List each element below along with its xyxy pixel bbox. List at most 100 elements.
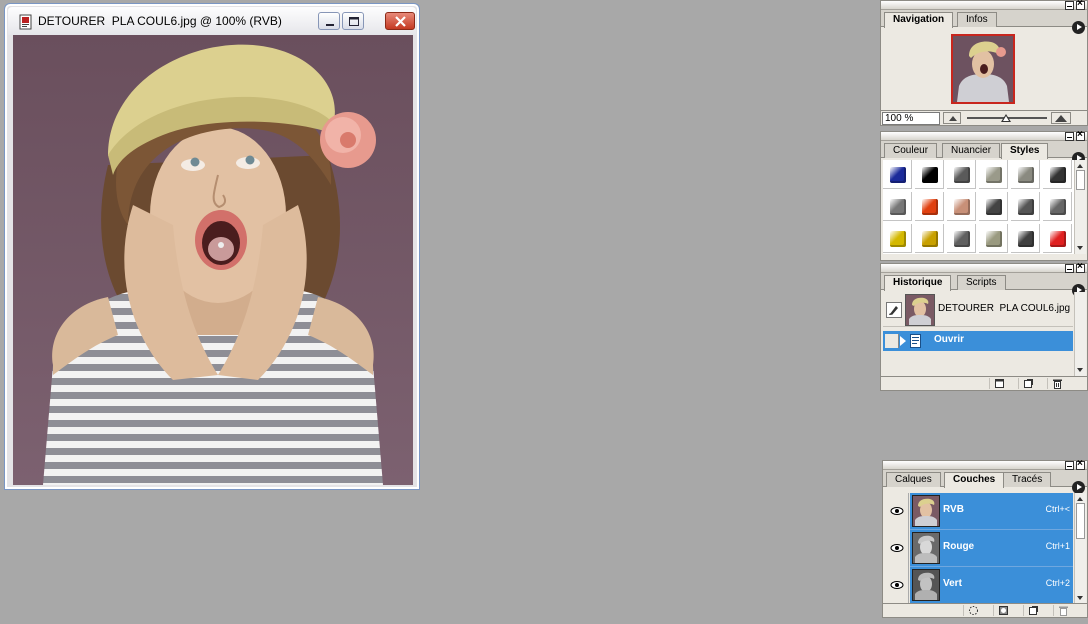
document-window[interactable]: DETOURER PLA COUL6.jpg @ 100% (RVB) [4, 3, 420, 490]
close-button[interactable] [385, 12, 415, 30]
channel-visibility-toggle[interactable] [885, 530, 909, 567]
zoom-slider-thumb[interactable] [1001, 114, 1011, 122]
style-swatch[interactable] [883, 160, 912, 189]
tab-navigation[interactable]: Navigation [884, 12, 954, 28]
palette-minimize-button[interactable] [1065, 1, 1074, 10]
style-swatch[interactable] [947, 224, 976, 253]
trash-icon [1059, 606, 1068, 616]
history-state-open[interactable]: Ouvrir [883, 331, 1073, 351]
channel-row-rvb[interactable]: RVB Ctrl+< [885, 493, 1073, 530]
tab-nuancier[interactable]: Nuancier [942, 143, 1001, 158]
palette-titlebar[interactable] [883, 458, 1087, 470]
delete-channel-button[interactable] [1053, 605, 1071, 616]
palette-close-button[interactable] [1076, 261, 1085, 273]
styles-scrollbar[interactable] [1074, 160, 1086, 254]
maximize-icon [349, 17, 359, 26]
channel-name: Vert [943, 578, 962, 589]
palette-close-button[interactable] [1076, 129, 1085, 141]
trash-icon [1053, 379, 1062, 389]
tab-calques[interactable]: Calques [886, 472, 941, 487]
palette-close-button[interactable] [1076, 458, 1085, 470]
snapshot-thumbnail-image [906, 295, 934, 325]
tab-traces[interactable]: Tracés [1003, 472, 1052, 487]
style-swatch[interactable] [1043, 160, 1072, 189]
tab-styles[interactable]: Styles [1001, 143, 1049, 159]
channel-shortcut: Ctrl+< [1045, 504, 1070, 514]
history-scrollbar[interactable] [1074, 292, 1086, 376]
style-swatch[interactable] [1043, 224, 1072, 253]
channels-scrollbar[interactable] [1074, 493, 1086, 604]
channels-palette[interactable]: Calques Couches Tracés RVB Ctrl+< Rouge … [882, 458, 1088, 618]
scroll-down-icon[interactable] [1077, 368, 1083, 372]
channel-item[interactable]: Vert Ctrl+2 [910, 567, 1073, 604]
channel-row-vert[interactable]: Vert Ctrl+2 [885, 567, 1073, 604]
style-swatch[interactable] [979, 160, 1008, 189]
style-swatch[interactable] [1043, 192, 1072, 221]
save-selection-as-channel-button[interactable] [993, 605, 1011, 616]
style-swatch[interactable] [979, 224, 1008, 253]
tab-infos[interactable]: Infos [957, 12, 997, 27]
navigation-palette[interactable]: Navigation Infos 100 % [880, 0, 1088, 126]
style-swatch[interactable] [1011, 224, 1040, 253]
palette-minimize-button[interactable] [1065, 264, 1074, 273]
new-channel-button[interactable] [1023, 605, 1041, 616]
channel-item[interactable]: RVB Ctrl+< [910, 493, 1073, 530]
style-swatch[interactable] [915, 224, 944, 253]
style-swatch[interactable] [947, 192, 976, 221]
scroll-down-icon[interactable] [1077, 596, 1083, 600]
image-canvas[interactable] [13, 35, 413, 485]
scroll-thumb[interactable] [1076, 170, 1085, 190]
navigator-preview[interactable] [951, 34, 1015, 104]
channel-row-rouge[interactable]: Rouge Ctrl+1 [885, 530, 1073, 567]
styles-palette[interactable]: Couleur Nuancier Styles [880, 129, 1088, 261]
style-swatch[interactable] [1011, 192, 1040, 221]
style-swatch[interactable] [915, 160, 944, 189]
history-palette[interactable]: Historique Scripts DETOURER PLA COUL6.jp… [880, 261, 1088, 391]
new-document-from-state-button[interactable] [989, 378, 1007, 389]
zoom-out-icon[interactable] [943, 112, 961, 124]
tab-historique[interactable]: Historique [884, 275, 952, 291]
palette-minimize-button[interactable] [1065, 132, 1074, 141]
new-snapshot-button[interactable] [1018, 378, 1036, 389]
scroll-up-icon[interactable] [1077, 497, 1083, 501]
document-titlebar[interactable]: DETOURER PLA COUL6.jpg @ 100% (RVB) [8, 7, 416, 35]
maximize-button[interactable] [342, 12, 364, 30]
style-swatch[interactable] [883, 192, 912, 221]
tab-couches[interactable]: Couches [944, 472, 1005, 488]
zoom-in-icon[interactable] [1051, 112, 1071, 124]
eye-icon [890, 507, 904, 515]
style-swatch[interactable] [1011, 160, 1040, 189]
history-brush-icon[interactable] [886, 302, 902, 318]
channel-thumbnail [912, 532, 940, 564]
scroll-thumb[interactable] [1076, 503, 1085, 539]
history-source-checkbox[interactable] [885, 334, 899, 348]
scroll-up-icon[interactable] [1077, 164, 1083, 168]
delete-state-button[interactable] [1047, 378, 1065, 389]
zoom-input[interactable]: 100 % [882, 112, 940, 125]
open-document-icon [910, 334, 921, 348]
channel-thumbnail [912, 569, 940, 601]
style-swatch-chip [922, 231, 938, 247]
style-swatch[interactable] [915, 192, 944, 221]
channel-shortcut: Ctrl+1 [1045, 541, 1070, 551]
tab-couleur[interactable]: Couleur [884, 143, 938, 158]
minimize-button[interactable] [318, 12, 340, 30]
palette-titlebar[interactable] [881, 129, 1087, 141]
style-swatch[interactable] [979, 192, 1008, 221]
load-channel-as-selection-button[interactable] [963, 605, 981, 616]
style-swatch[interactable] [947, 160, 976, 189]
styles-tabs: Couleur Nuancier Styles [881, 141, 1087, 165]
palette-minimize-button[interactable] [1065, 461, 1074, 470]
tab-scripts[interactable]: Scripts [957, 275, 1006, 290]
palette-close-button[interactable] [1076, 0, 1085, 10]
channel-visibility-toggle[interactable] [885, 493, 909, 530]
scroll-down-icon[interactable] [1077, 246, 1083, 250]
palette-titlebar[interactable] [881, 261, 1087, 273]
palette-menu-icon[interactable] [1072, 21, 1085, 34]
palette-titlebar[interactable] [881, 0, 1087, 10]
style-swatch[interactable] [883, 224, 912, 253]
channel-item[interactable]: Rouge Ctrl+1 [910, 530, 1073, 567]
channel-visibility-toggle[interactable] [885, 567, 909, 604]
history-snapshot-row[interactable]: DETOURER PLA COUL6.jpg [883, 292, 1073, 327]
channels-tabs: Calques Couches Tracés [883, 470, 1087, 494]
